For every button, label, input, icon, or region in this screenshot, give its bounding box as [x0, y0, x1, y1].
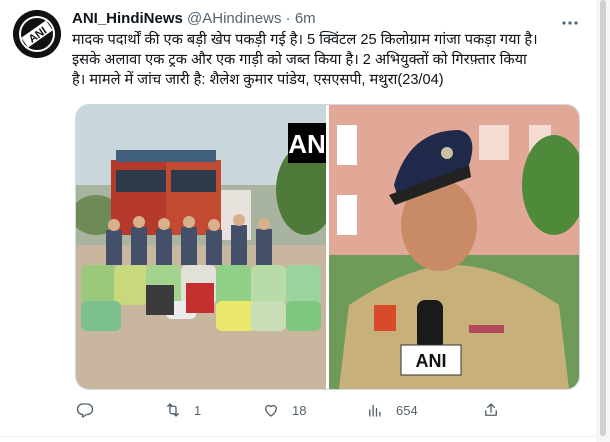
timestamp[interactable]: 6m	[295, 10, 316, 27]
scrollbar[interactable]	[596, 0, 610, 442]
tweet-header: ANI_HindiNews @AHindinews · 6m	[72, 10, 588, 30]
media-photo-officer[interactable]: ANI	[329, 105, 579, 389]
avatar[interactable]: ANI	[13, 10, 61, 58]
tweet-text-line: है। मामले में जांच जारी है: शैलेश कुमार …	[72, 72, 444, 88]
scrollbar-thumb[interactable]	[600, 0, 606, 436]
tweet-actions: 1 18 654	[72, 400, 572, 422]
retweet-count: 1	[194, 402, 202, 418]
views-icon	[369, 404, 381, 417]
separator: ·	[285, 10, 291, 27]
like-button[interactable]: 18	[262, 400, 306, 420]
retweet-icon	[167, 403, 179, 417]
share-icon	[485, 403, 497, 416]
like-count: 18	[292, 402, 307, 418]
ani-logo-icon: ANI	[13, 10, 61, 58]
views-button[interactable]: 654	[366, 400, 418, 420]
reply-button[interactable]	[76, 400, 106, 420]
media-photo-seizure[interactable]: AN	[76, 105, 326, 389]
tweet-text-line: इसके अलावा एक ट्रक और एक गाड़ी को जब्त क…	[72, 52, 527, 68]
tweet-media[interactable]: AN ANI	[75, 104, 580, 390]
share-button[interactable]	[482, 400, 500, 420]
tweet[interactable]: ANI ANI_HindiNews @AHindinews · 6m मादक …	[0, 0, 596, 442]
officer-photo-image: ANI	[329, 105, 579, 389]
tweet-divider	[0, 436, 596, 437]
views-count: 654	[396, 402, 418, 418]
left-photo-watermark: AN	[288, 129, 326, 159]
retweet-button[interactable]: 1	[164, 400, 201, 420]
reply-icon	[76, 403, 94, 418]
mic-logo-text: ANI	[416, 351, 447, 371]
author-handle[interactable]: @AHindinews	[187, 10, 281, 27]
tweet-text-line: मादक पदार्थों की एक बड़ी खेप पकड़ी गई है…	[72, 32, 538, 48]
tweet-text: मादक पदार्थों की एक बड़ी खेप पकड़ी गई है…	[72, 30, 582, 90]
heart-icon	[265, 404, 277, 417]
seizure-photo-image: AN	[76, 105, 326, 389]
author-name[interactable]: ANI_HindiNews	[72, 10, 183, 27]
